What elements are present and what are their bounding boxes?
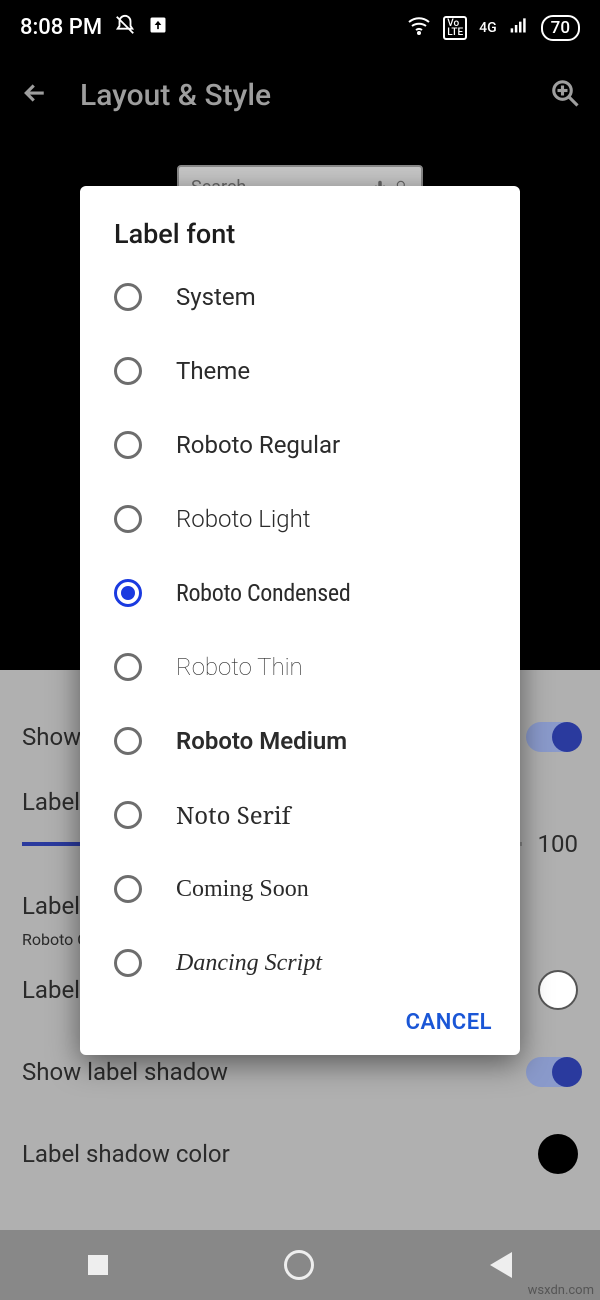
font-option-label: Theme (176, 357, 250, 385)
font-option[interactable]: Roboto Condensed (80, 556, 520, 630)
font-option-label: Roboto Regular (176, 431, 340, 459)
font-option[interactable]: Roboto Thin (80, 630, 520, 704)
radio-icon (114, 875, 142, 903)
screen: 8:08 PM VoLTE 4G 70 Layout & Style (0, 0, 600, 1300)
radio-icon (114, 505, 142, 533)
font-option[interactable]: Roboto Regular (80, 408, 520, 482)
font-option-label: System (176, 283, 256, 311)
radio-icon (114, 801, 142, 829)
radio-icon (114, 949, 142, 977)
font-option[interactable]: Roboto Light (80, 482, 520, 556)
font-option[interactable]: Theme (80, 334, 520, 408)
dialog-title: Label font (80, 218, 520, 260)
font-option[interactable]: System (80, 260, 520, 334)
dialog-actions: CANCEL (80, 1000, 520, 1041)
radio-icon (114, 431, 142, 459)
radio-selected-icon (114, 579, 142, 607)
font-option-label: Coming Soon (176, 876, 309, 903)
radio-icon (114, 357, 142, 385)
font-option[interactable]: Coming Soon (80, 852, 520, 926)
font-option-label: Roboto Light (176, 505, 311, 533)
font-option-label: Noto Serif (176, 799, 290, 832)
font-option-label: Roboto Medium (176, 727, 347, 755)
font-options-list: System Theme Roboto Regular Roboto Light Rob… (80, 260, 520, 1000)
radio-icon (114, 727, 142, 755)
watermark: wsxdn.com (528, 1283, 594, 1298)
label-font-dialog: Label font System Theme Roboto Regular Robo… (80, 186, 520, 1055)
radio-icon (114, 283, 142, 311)
radio-icon (114, 653, 142, 681)
font-option-label: Dancing Script (176, 950, 322, 977)
font-option-label: Roboto Condensed (176, 579, 350, 607)
cancel-button[interactable]: CANCEL (406, 1010, 492, 1035)
font-option[interactable]: Roboto Medium (80, 704, 520, 778)
font-option-label: Roboto Thin (176, 653, 303, 681)
font-option[interactable]: Noto Serif (80, 778, 520, 852)
font-option[interactable]: Dancing Script (80, 926, 520, 1000)
